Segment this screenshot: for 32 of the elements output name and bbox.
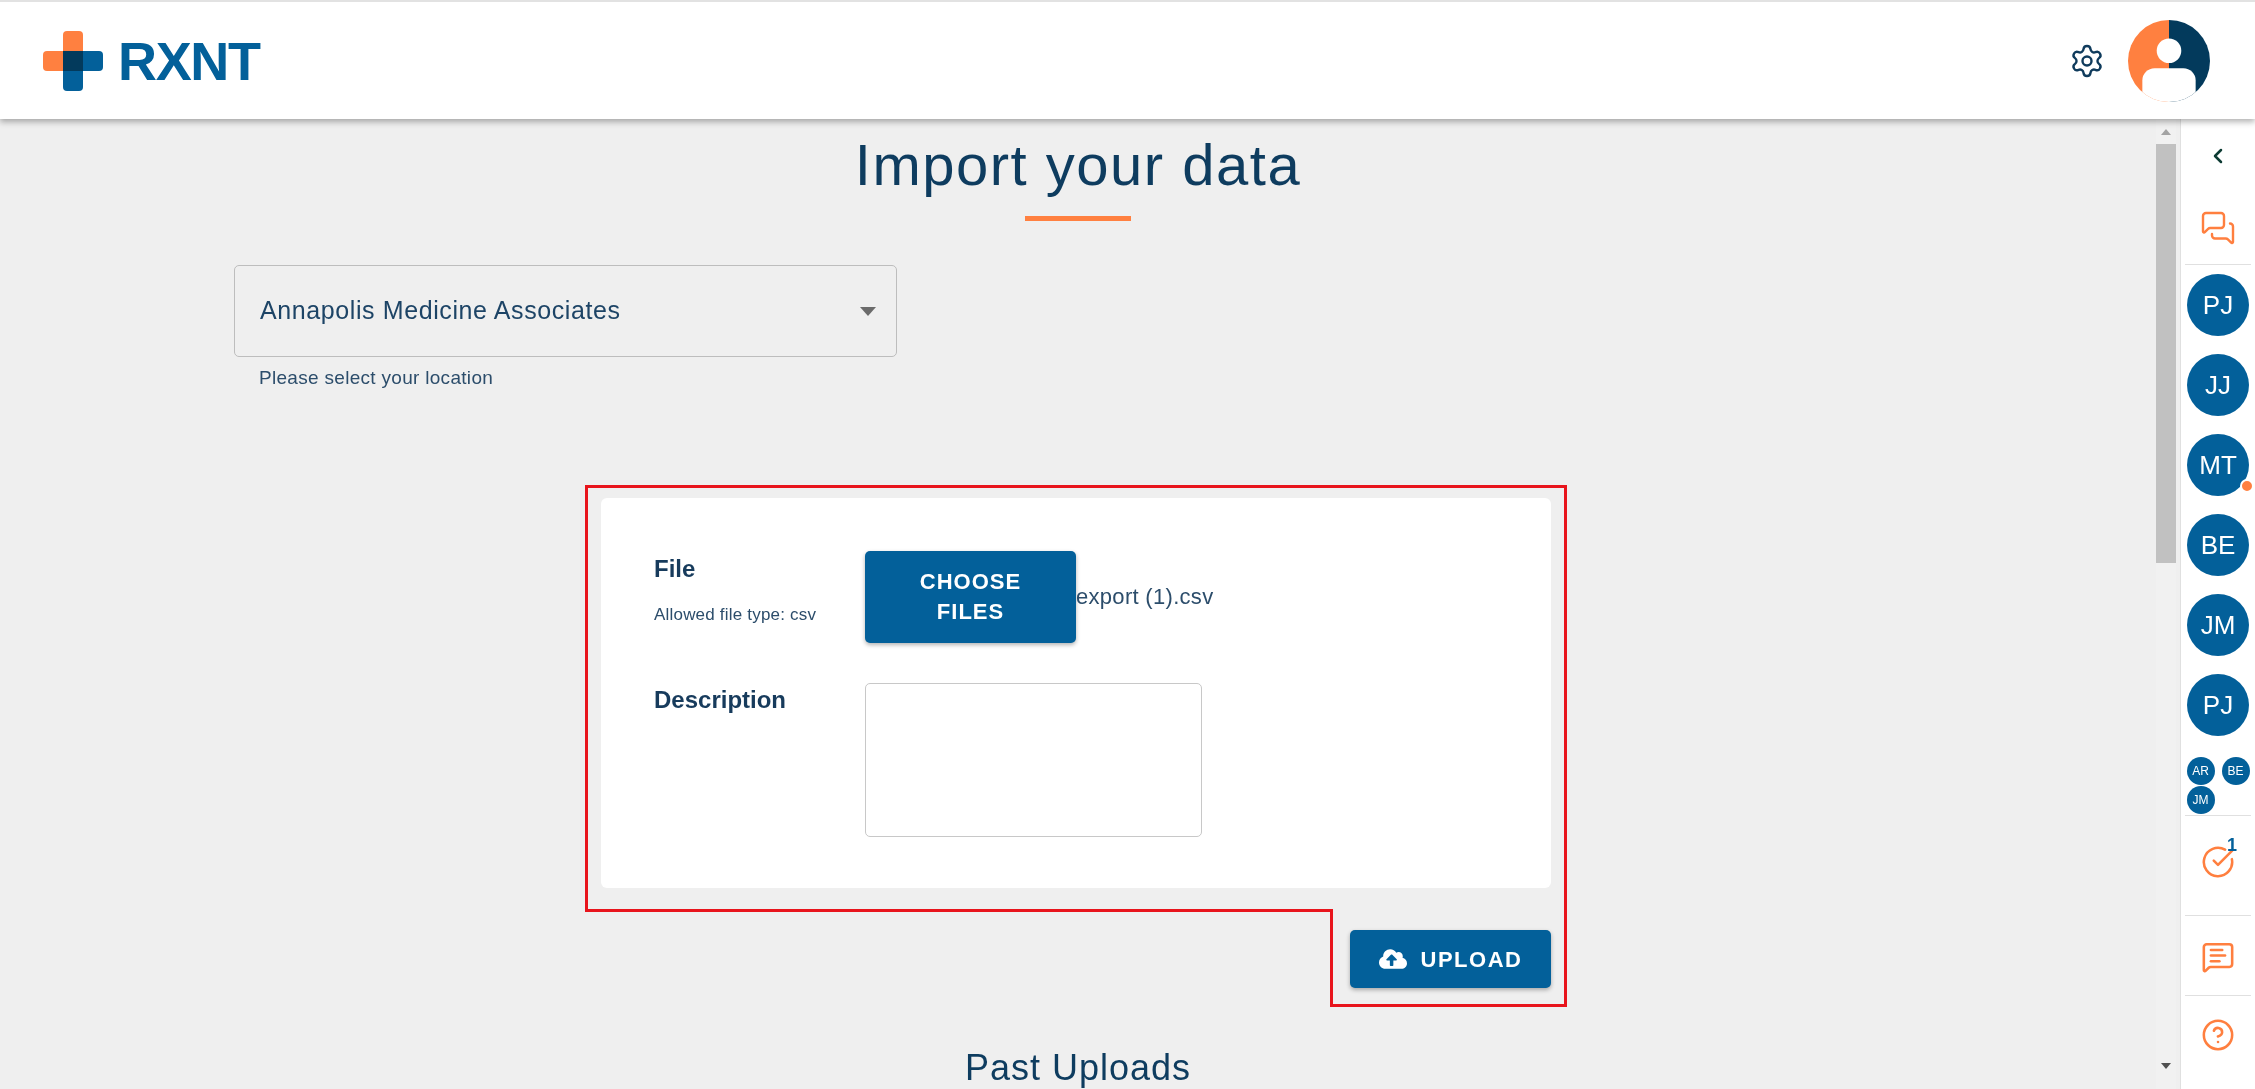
group-avatar[interactable]: AR xyxy=(2186,757,2215,785)
scroll-up-icon[interactable] xyxy=(2161,129,2171,135)
task-count-label: 1 xyxy=(2227,835,2237,855)
caret-icon xyxy=(860,306,876,316)
user-avatar-icon[interactable] xyxy=(2128,19,2210,102)
chat-bubbles-icon[interactable] xyxy=(2200,210,2236,246)
contact-avatar[interactable]: PJ xyxy=(2187,674,2249,736)
description-label: Description xyxy=(654,686,787,714)
scrollbar-thumb[interactable] xyxy=(2156,144,2176,563)
scroll-down-icon[interactable] xyxy=(2161,1063,2171,1069)
upload-button[interactable]: UPLOAD xyxy=(1350,930,1551,988)
cross-logo-icon xyxy=(43,30,103,91)
group-avatar[interactable]: JM xyxy=(2186,786,2215,814)
section-title: Past Uploads xyxy=(964,1049,1192,1087)
selected-file-name: export (1).csv xyxy=(1076,583,1214,611)
message-icon[interactable] xyxy=(2201,940,2235,974)
description-field[interactable] xyxy=(865,683,1202,837)
page-title: Import your data xyxy=(854,131,1302,199)
contact-avatar[interactable]: JM xyxy=(2187,594,2249,656)
file-type-hint: Allowed file type: csv xyxy=(654,604,817,626)
helper-text: Please select your location xyxy=(259,367,494,389)
contact-avatar[interactable]: BE xyxy=(2187,514,2249,576)
choose-files-button[interactable]: CHOOSE FILES xyxy=(865,551,1076,643)
help-icon[interactable] xyxy=(2201,1018,2235,1052)
file-label: File xyxy=(654,555,696,583)
settings-icon[interactable] xyxy=(2069,42,2105,79)
contact-avatar[interactable]: MT xyxy=(2187,434,2249,496)
contact-avatar[interactable]: PJ xyxy=(2187,274,2249,336)
group-avatar[interactable]: BE xyxy=(2221,757,2250,785)
logo-text: RXNT xyxy=(118,33,260,88)
location-select[interactable]: Annapolis Medicine Associates xyxy=(234,265,897,357)
contact-avatar[interactable]: JJ xyxy=(2187,354,2249,416)
